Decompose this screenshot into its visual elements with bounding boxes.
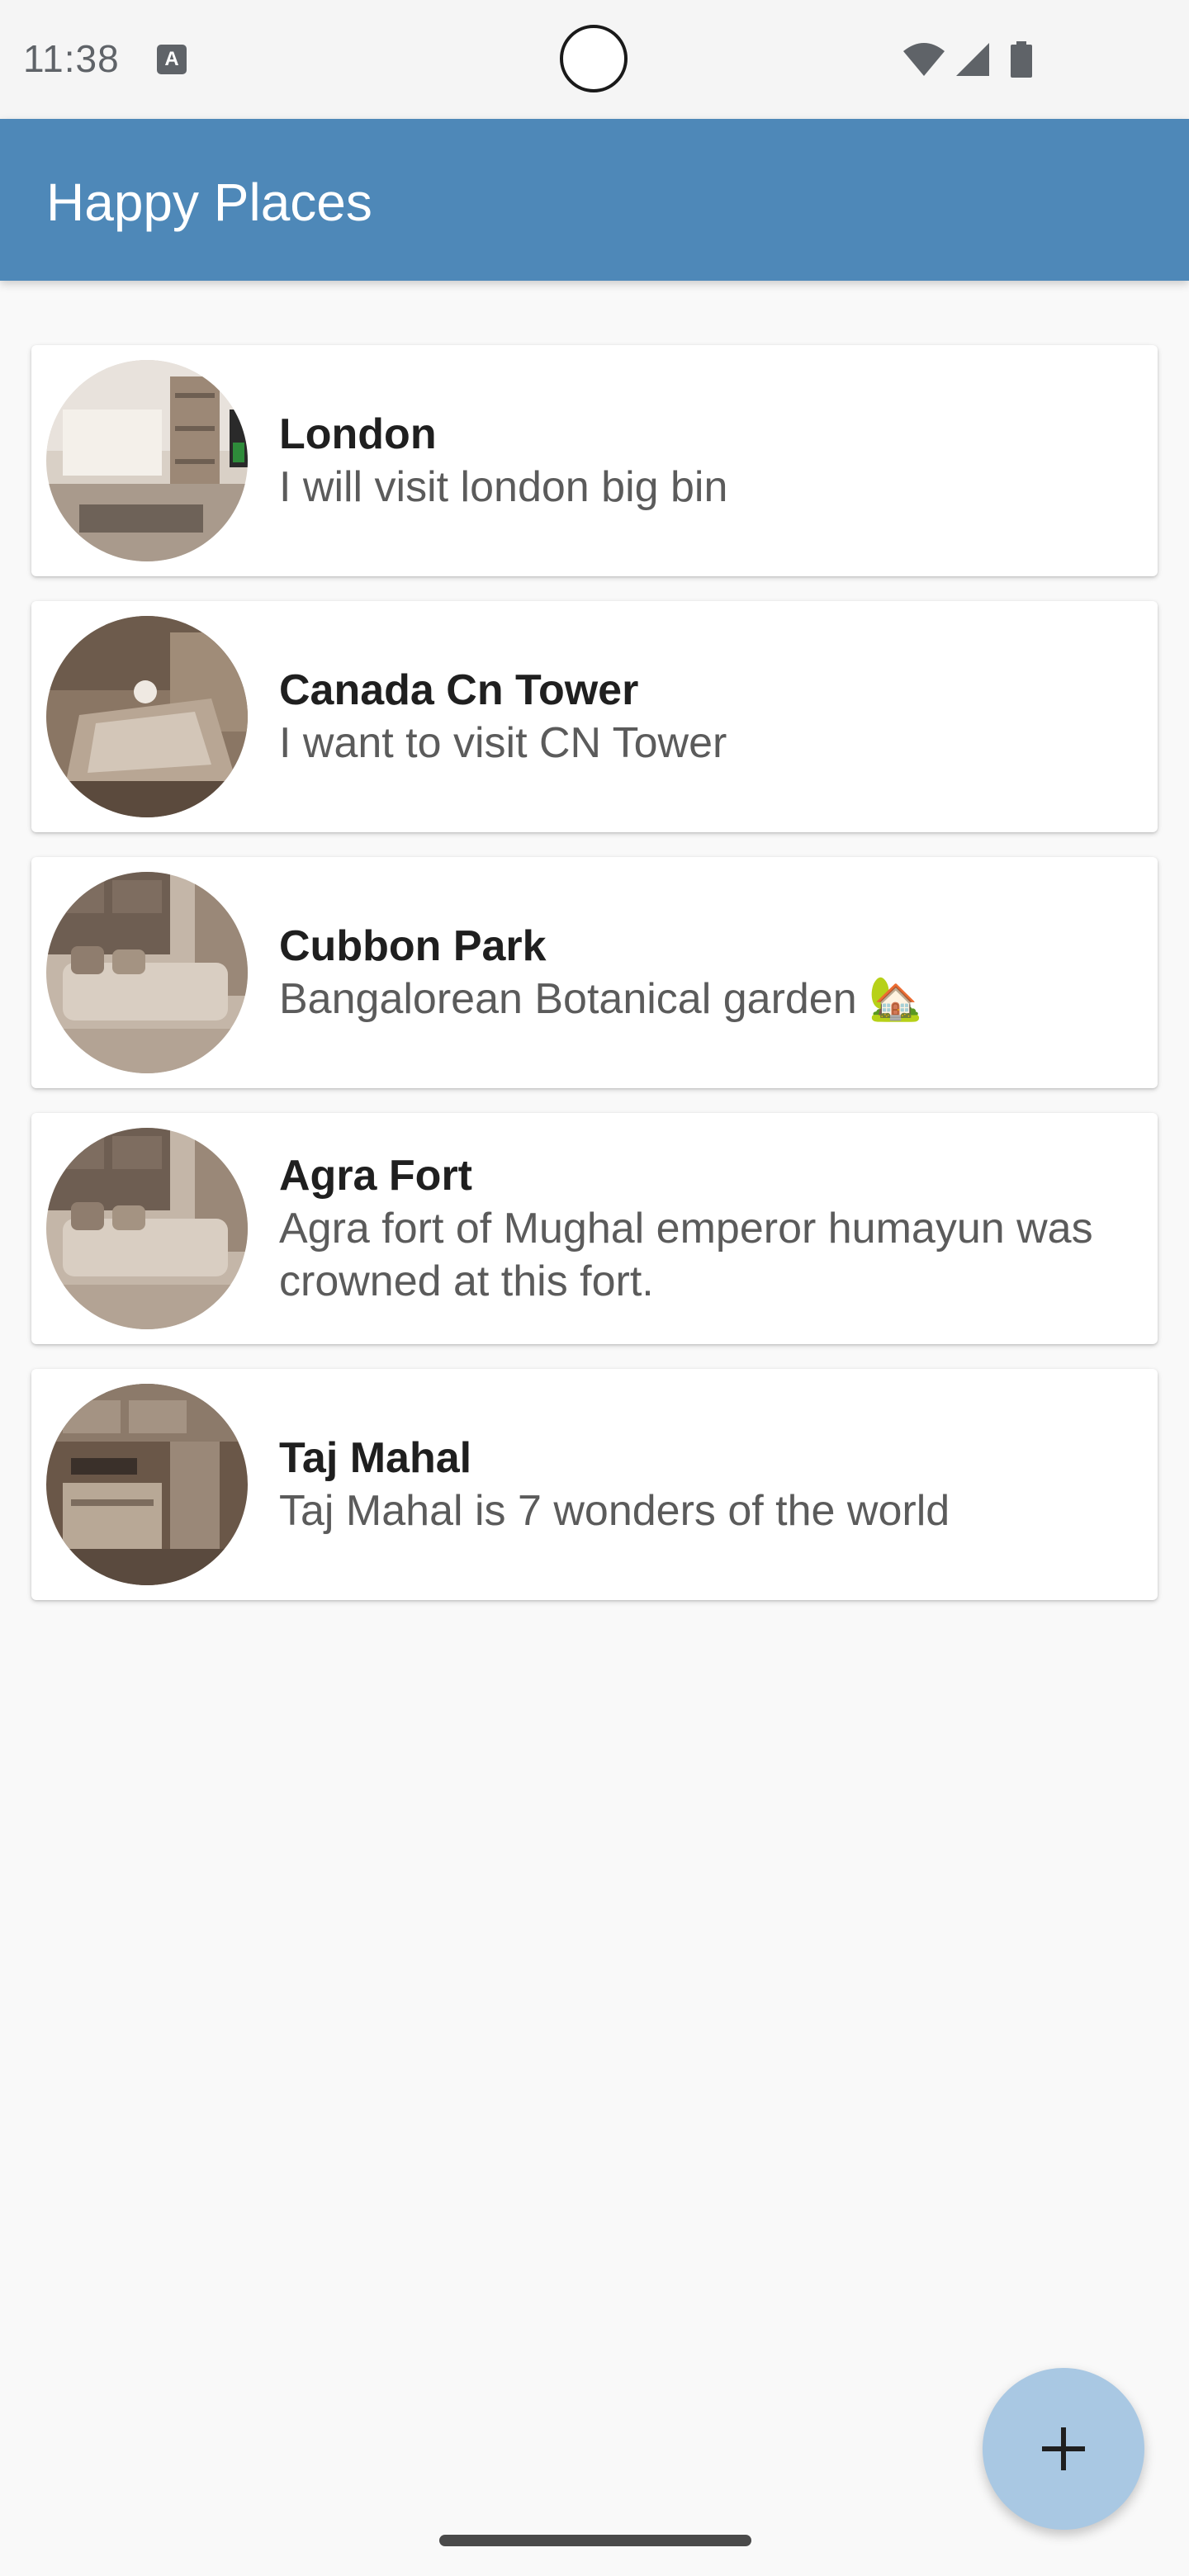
place-card-canada-cn-tower[interactable]: Canada Cn Tower I want to visit CN Tower bbox=[31, 601, 1158, 832]
place-card-cubbon-park[interactable]: Cubbon Park Bangalorean Botanical garden… bbox=[31, 857, 1158, 1088]
place-image-agra-fort bbox=[46, 1128, 248, 1329]
place-card-london[interactable]: London I will visit london big bin bbox=[31, 345, 1158, 576]
home-indicator[interactable] bbox=[439, 2535, 751, 2546]
add-place-button[interactable] bbox=[983, 2368, 1144, 2530]
place-description: I want to visit CN Tower bbox=[279, 719, 727, 767]
status-time: 11:38 bbox=[23, 37, 120, 80]
place-title: Cubbon Park bbox=[279, 922, 547, 970]
app-bar: Happy Places bbox=[0, 119, 1189, 281]
page-title: Happy Places bbox=[46, 173, 372, 232]
place-image-taj-mahal bbox=[46, 1384, 248, 1585]
battery-icon bbox=[1011, 41, 1032, 78]
place-title: London bbox=[279, 410, 437, 458]
places-list: London I will visit london big bin Canad… bbox=[31, 345, 1158, 1625]
place-card-taj-mahal[interactable]: Taj Mahal Taj Mahal is 7 wonders of the … bbox=[31, 1369, 1158, 1600]
place-image-cubbon-park bbox=[46, 872, 248, 1073]
keyboard-icon: A bbox=[157, 45, 187, 74]
place-image-canada-cn-tower bbox=[46, 616, 248, 817]
place-image-london bbox=[46, 360, 248, 561]
place-description: I will visit london big bin bbox=[279, 463, 728, 511]
plus-icon bbox=[1042, 2427, 1085, 2470]
wifi-icon bbox=[903, 43, 945, 76]
place-title: Agra Fort bbox=[279, 1152, 472, 1200]
status-icons bbox=[902, 41, 1108, 79]
camera-cutout bbox=[560, 25, 628, 92]
place-description: Agra fort of Mughal emperor humayun was … bbox=[279, 1205, 1093, 1305]
place-card-agra-fort[interactable]: Agra Fort Agra fort of Mughal emperor hu… bbox=[31, 1113, 1158, 1344]
place-title: Canada Cn Tower bbox=[279, 666, 639, 714]
status-bar: 11:38 A bbox=[0, 0, 1189, 119]
place-title: Taj Mahal bbox=[279, 1434, 472, 1482]
place-description: Bangalorean Botanical garden 🏡 bbox=[279, 975, 922, 1023]
signal-icon bbox=[956, 43, 989, 76]
place-description: Taj Mahal is 7 wonders of the world bbox=[279, 1487, 950, 1535]
